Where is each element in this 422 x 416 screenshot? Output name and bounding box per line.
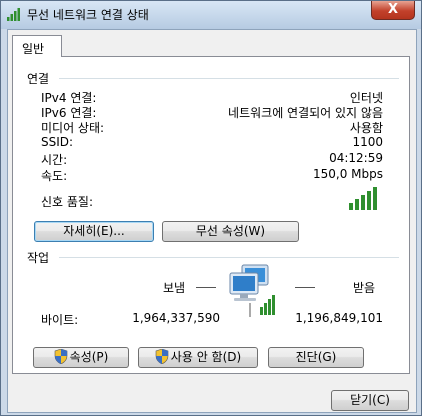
dialog-client-area: 일반 연결 IPv4 연결: 인터넷 IPv6 연결: 네트워크에 연결되어 있… xyxy=(7,29,417,413)
close-button[interactable]: 닫기(C) xyxy=(331,390,409,411)
media-state-value: 사용함 xyxy=(349,121,383,135)
tab-general[interactable]: 일반 xyxy=(12,35,62,57)
wireless-properties-button[interactable]: 무선 속성(W) xyxy=(162,221,299,242)
speed-label: 속도: xyxy=(41,169,68,183)
title-bar[interactable]: 무선 네트워크 연결 상태 X xyxy=(1,1,421,29)
sent-line xyxy=(196,287,216,288)
connection-divider xyxy=(59,78,399,79)
media-state-label: 미디어 상태: xyxy=(41,121,105,135)
bytes-received-value: 1,196,849,101 xyxy=(295,311,383,325)
bytes-label: 바이트: xyxy=(41,313,79,327)
disable-button-label: 사용 안 함(D) xyxy=(170,350,242,364)
duration-label: 시간: xyxy=(41,153,68,167)
signal-strength-icon xyxy=(7,8,20,21)
received-label: 받음 xyxy=(353,281,376,295)
close-window-button[interactable]: X xyxy=(371,1,415,20)
uac-shield-icon xyxy=(155,349,169,364)
sent-label: 보냄 xyxy=(163,281,186,295)
speed-value: 150,0 Mbps xyxy=(312,167,383,181)
received-line xyxy=(295,287,315,288)
properties-button[interactable]: 속성(P) xyxy=(33,347,129,368)
ssid-value: 1100 xyxy=(352,135,383,149)
window-title: 무선 네트워크 연결 상태 xyxy=(27,8,149,22)
diagnose-button[interactable]: 진단(G) xyxy=(268,347,364,368)
duration-value: 04:12:59 xyxy=(329,151,383,165)
disable-button[interactable]: 사용 안 함(D) xyxy=(138,347,258,368)
close-icon: X xyxy=(387,2,399,17)
network-computers-icon xyxy=(229,264,275,317)
details-button[interactable]: 자세히(E)... xyxy=(34,221,154,242)
bytes-sent-value: 1,964,337,590 xyxy=(132,311,220,325)
uac-shield-icon xyxy=(54,349,67,364)
ssid-label: SSID: xyxy=(41,135,74,149)
tab-general-label: 일반 xyxy=(22,42,45,56)
signal-quality-label: 신호 품질: xyxy=(41,195,94,209)
properties-button-label: 속성(P) xyxy=(69,350,109,364)
activity-divider xyxy=(59,257,399,258)
activity-heading: 작업 xyxy=(27,251,50,265)
connection-heading: 연결 xyxy=(27,72,50,86)
network-status-window: 무선 네트워크 연결 상태 X 일반 연결 IPv4 연결: 인터넷 IPv6 … xyxy=(0,0,422,416)
signal-quality-bars-icon xyxy=(349,187,377,210)
general-tab-panel: 연결 IPv4 연결: 인터넷 IPv6 연결: 네트워크에 연결되어 있지 않… xyxy=(12,56,410,374)
